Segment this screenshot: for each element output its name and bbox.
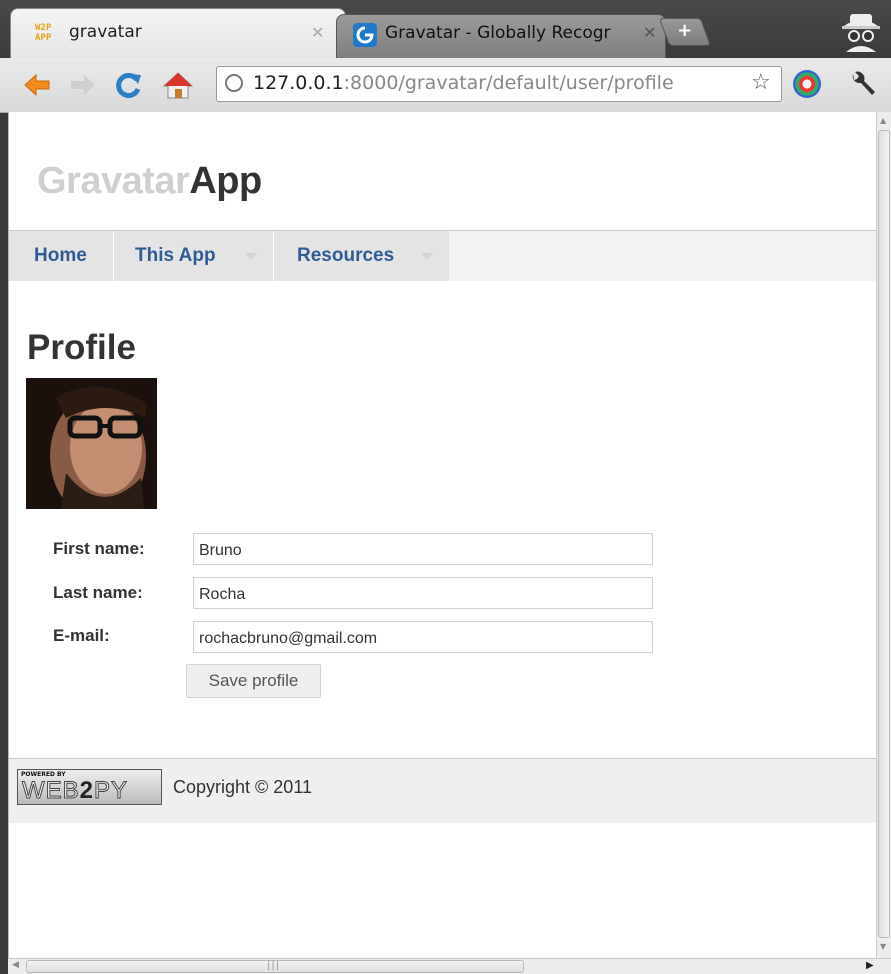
main-menu: Home This App Resources — [9, 231, 877, 281]
menu-divider — [273, 231, 274, 281]
last-name-field[interactable] — [193, 577, 653, 609]
close-tab-icon[interactable]: ✕ — [643, 23, 656, 42]
horizontal-scrollbar[interactable]: ◀ ||| ▶ — [8, 958, 891, 974]
scrollbar-thumb[interactable]: ||| — [26, 960, 524, 973]
scroll-right-icon[interactable]: ▶ — [866, 960, 874, 971]
menu-divider — [113, 231, 114, 281]
page-info-icon[interactable] — [225, 74, 243, 92]
menu-item-this-app[interactable]: This App — [135, 231, 216, 281]
scroll-down-icon[interactable]: ▼ — [880, 942, 886, 951]
address-bar[interactable]: 127.0.0.1:8000/gravatar/default/user/pro… — [216, 66, 782, 102]
back-arrow-icon[interactable] — [22, 70, 52, 100]
avatar — [26, 378, 157, 509]
extension-icon[interactable] — [793, 70, 821, 98]
tab-gravatar[interactable]: W2P APP gravatar ✕ — [10, 8, 346, 58]
wrench-menu-icon[interactable] — [845, 68, 879, 102]
scrollbar-thumb[interactable] — [878, 130, 890, 938]
new-tab-button[interactable]: + — [658, 18, 712, 46]
scroll-left-icon[interactable]: ◀ — [12, 960, 19, 970]
vertical-scrollbar[interactable]: ▲ ▼ — [876, 112, 891, 958]
tab-title: Gravatar - Globally Recogr — [385, 23, 611, 43]
page-title: Profile — [27, 328, 136, 367]
scroll-up-icon[interactable]: ▲ — [880, 116, 886, 125]
plus-icon: + — [677, 20, 693, 41]
tab-title: gravatar — [69, 22, 142, 42]
menu-bar: Home This App Resources — [9, 231, 449, 281]
url-text[interactable]: 127.0.0.1:8000/gravatar/default/user/pro… — [253, 72, 747, 94]
copyright-text: Copyright © 2011 — [173, 777, 313, 797]
menu-item-home[interactable]: Home — [34, 231, 87, 281]
menu-item-resources[interactable]: Resources — [297, 231, 394, 281]
save-profile-button[interactable]: Save profile — [186, 664, 321, 698]
first-name-field[interactable] — [193, 533, 653, 565]
browser-toolbar: 127.0.0.1:8000/gravatar/default/user/pro… — [0, 58, 891, 113]
chevron-down-icon — [245, 253, 257, 259]
last-name-label: Last name: — [53, 583, 143, 602]
powered-by-web2py-badge[interactable]: POWERED BY WEB2PY — [17, 769, 162, 805]
tab-strip: W2P APP gravatar ✕ Gravatar - Globally R… — [0, 0, 891, 58]
email-field[interactable] — [193, 621, 653, 653]
home-icon[interactable] — [162, 70, 194, 100]
site-header: GravatarApp — [9, 112, 877, 231]
site-logo[interactable]: GravatarApp — [37, 160, 262, 203]
reload-icon[interactable] — [114, 70, 144, 100]
close-tab-icon[interactable]: ✕ — [311, 23, 324, 42]
bookmark-star-icon[interactable]: ☆ — [751, 70, 771, 95]
gravatar-icon — [353, 23, 377, 47]
w2p-app-icon: W2P APP — [35, 23, 52, 43]
first-name-label: First name: — [53, 539, 145, 558]
email-label: E-mail: — [53, 626, 110, 645]
incognito-icon — [836, 4, 886, 54]
page-viewport: GravatarApp Home This App Resources Prof… — [8, 112, 877, 958]
forward-arrow-icon[interactable] — [68, 70, 98, 100]
site-footer: POWERED BY WEB2PY Copyright © 2011 — [9, 758, 877, 823]
tab-gravatar-globally-recognized[interactable]: Gravatar - Globally Recogr ✕ — [336, 14, 666, 58]
chevron-down-icon — [421, 253, 433, 259]
